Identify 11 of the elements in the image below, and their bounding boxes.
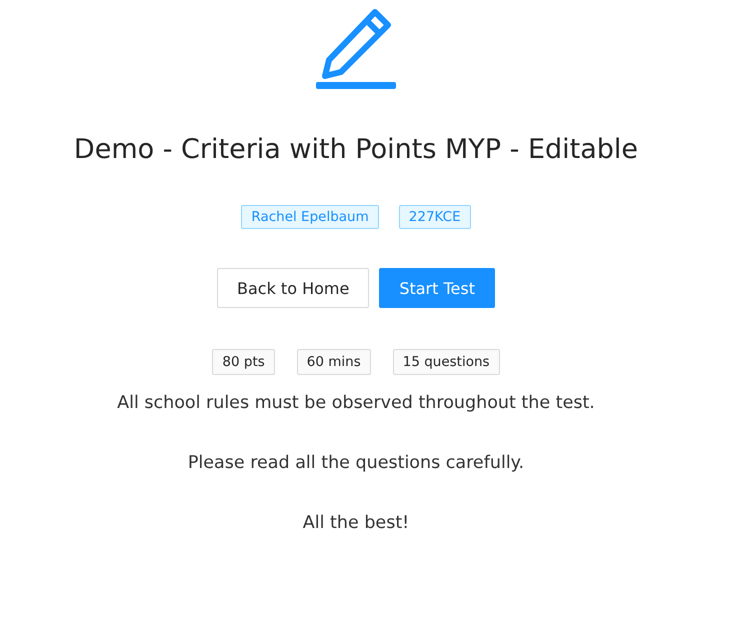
- stat-label: 60 mins: [296, 349, 371, 375]
- tag-label: Rachel Epelbaum: [241, 205, 379, 229]
- tag-label: 227KCE: [398, 205, 471, 229]
- test-title: Demo - Criteria with Points MYP - Editable: [74, 134, 638, 165]
- stat-label: 80 pts: [212, 349, 275, 375]
- instruction-text: Please read all the questions carefully.: [188, 453, 524, 473]
- instruction-text: All the best!: [302, 513, 410, 533]
- pencil-icon: [315, 8, 397, 90]
- back-home-button[interactable]: Back to Home: [216, 268, 370, 308]
- instruction-text: All school rules must be observed throughout the test.: [117, 393, 595, 413]
- stat-label: 15 questions: [392, 349, 500, 375]
